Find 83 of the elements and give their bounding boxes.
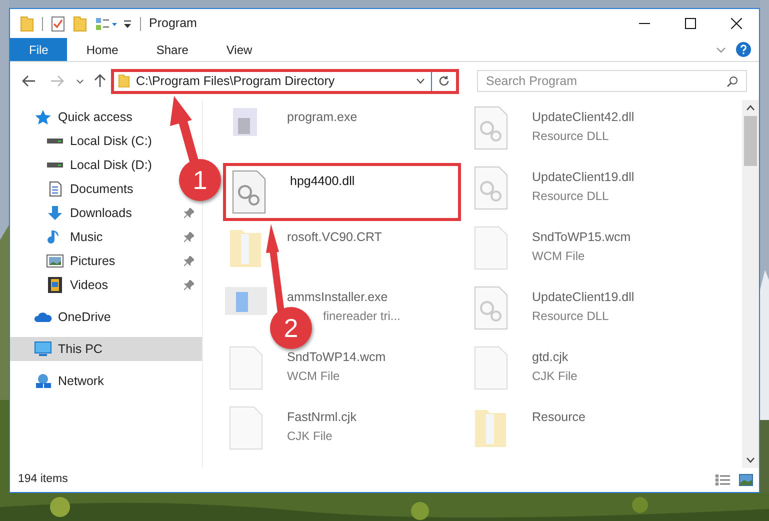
film-icon [46,277,64,293]
search-icon[interactable] [727,76,738,86]
ribbon-tab[interactable]: Share [137,38,208,61]
gear-document-icon [474,106,508,150]
chevron-down-icon[interactable] [416,78,425,84]
sidebar-item[interactable]: Downloads [46,204,132,222]
ribbon-tab[interactable]: Home [67,38,138,61]
scrollbar-thumb[interactable] [744,116,757,166]
pin-icon[interactable] [184,256,194,266]
dropdown-icon[interactable] [123,18,132,28]
address-path: C:\Program Files\Program Directory [136,72,336,90]
file-name[interactable]: hpg4400.dll [290,172,355,191]
document-icon [229,406,263,450]
folder-icon [20,16,34,32]
file-type: WCM File [287,368,341,385]
folder-icon [118,74,130,88]
scrollbar[interactable] [742,100,759,468]
file-name[interactable]: program.exe [287,108,358,127]
properties-icon[interactable] [95,16,117,30]
window-icon [224,286,268,316]
ribbon-tab[interactable]: File [10,38,68,61]
document-icon [474,346,508,390]
network-icon [34,373,52,389]
maximize-icon [684,18,696,29]
file-name[interactable]: UpdateClient42.dll [532,108,634,127]
close-icon [730,18,742,29]
details-view-icon[interactable] [715,474,731,486]
minimize-icon [638,22,650,24]
sidebar-item[interactable]: Quick access [34,108,132,126]
file-name[interactable]: FastNrml.cjk [287,408,356,427]
gear-document-icon [474,286,508,330]
file-type: CJK File [287,428,334,445]
sidebar-item[interactable]: This PC [34,340,102,358]
file-name[interactable]: Resource [532,408,586,427]
file-name[interactable]: gtd.cjk [532,348,578,367]
file-name[interactable]: SndToWP15.wcm [532,228,631,247]
help-icon[interactable] [736,42,751,57]
file-type: Resource DLL [532,128,610,145]
sidebar-item[interactable]: Local Disk (D:) [46,156,152,174]
file-name[interactable]: UpdateClient19.dll [532,288,634,307]
monitor-icon [34,341,52,357]
search-field[interactable]: Search Program [477,70,747,92]
file-type: Resource DLL [532,308,610,325]
chevron-down-icon[interactable] [76,78,84,84]
chevron-up-icon[interactable] [746,105,755,111]
sidebar-item[interactable]: Videos [46,276,108,294]
refresh-icon[interactable] [438,75,450,87]
file-type: Resource DLL [532,188,610,205]
pin-icon[interactable] [184,280,194,290]
gear-document-icon [232,170,266,214]
item-count: 194 items [18,472,68,488]
file-name[interactable]: UpdateClient19.dll [532,168,634,187]
pin-icon[interactable] [184,208,194,218]
window-title: Program [149,15,197,32]
image-icon [46,253,64,269]
file-type: finereader tri... [323,308,400,325]
star-icon [34,109,52,125]
sidebar-item[interactable]: Music [46,228,103,246]
ribbon-tab[interactable]: View [207,38,272,61]
download-arrow-icon [46,205,64,221]
chevron-down-icon[interactable] [746,457,755,463]
up-arrow-icon[interactable] [94,74,106,88]
file-name[interactable]: rosoft.VC90.CRT [287,228,382,247]
drive-icon [46,138,64,144]
sidebar-item[interactable]: OneDrive [34,308,111,326]
document-icon [474,226,508,270]
sidebar-item[interactable]: Documents [46,180,134,198]
folder-icon [73,16,87,32]
checkmark-icon[interactable] [51,16,65,32]
sidebar-item[interactable]: Local Disk (C:) [46,132,152,150]
sidebar-item[interactable]: Network [34,372,104,390]
search-input[interactable]: Search Program [486,72,727,90]
back-arrow-icon[interactable] [22,75,36,87]
gear-document-icon [474,166,508,210]
sidebar-item[interactable]: Pictures [46,252,116,270]
file-type: WCM File [532,248,586,265]
pin-icon[interactable] [184,232,194,242]
file-name[interactable]: ammsInstaller.exe [287,288,400,307]
document-icon [229,346,263,390]
drive-icon [46,162,64,168]
address-field[interactable]: C:\Program Files\Program Directory [114,72,456,90]
file-name[interactable]: SndToWP14.wcm [287,348,386,367]
file-type: CJK File [532,368,578,385]
